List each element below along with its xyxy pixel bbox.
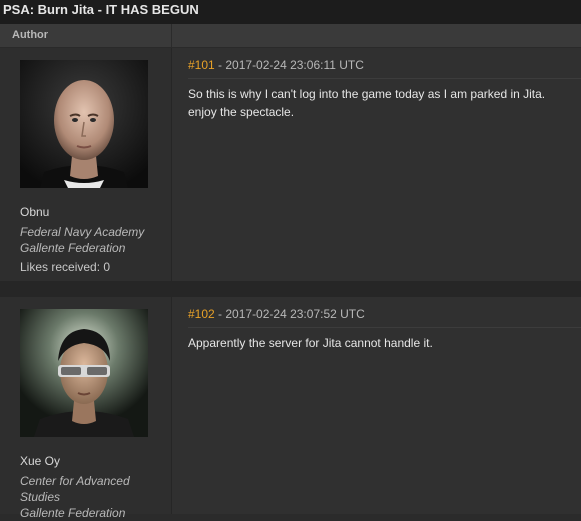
post-text: Apparently the server for Jita cannot ha… [188, 336, 433, 350]
avatar-obnu[interactable] [20, 60, 148, 188]
post-102: Xue Oy Center for Advanced Studies Galle… [0, 297, 581, 520]
author-corporation[interactable]: Center for Advanced Studies [20, 473, 160, 505]
column-header-row: Author [0, 24, 581, 48]
post-meta: #101 - 2017-02-24 23:06:11 UTC [188, 58, 581, 79]
avatar-xue-oy[interactable] [20, 309, 148, 437]
post-content: #102 - 2017-02-24 23:07:52 UTC Apparentl… [173, 297, 581, 514]
avatar-portrait-image [20, 60, 148, 188]
author-alliance[interactable]: Gallente Federation [20, 505, 160, 521]
post-meta: #102 - 2017-02-24 23:07:52 UTC [188, 307, 581, 328]
post-content: #101 - 2017-02-24 23:06:11 UTC So this i… [173, 48, 581, 281]
author-column-header: Author [0, 24, 172, 47]
avatar-portrait-image [20, 309, 148, 437]
thread-title: PSA: Burn Jita - IT HAS BEGUN [0, 0, 581, 24]
post-separator [0, 281, 581, 297]
post-timestamp: - 2017-02-24 23:07:52 UTC [214, 307, 365, 321]
post-text: So this is why I can't log into the game… [188, 87, 546, 119]
post-number-link[interactable]: #101 [188, 58, 215, 72]
post-101: Obnu Federal Navy Academy Gallente Feder… [0, 48, 581, 281]
author-name[interactable]: Xue Oy [20, 454, 60, 468]
post-timestamp: - 2017-02-24 23:06:11 UTC [214, 58, 364, 72]
post-author-panel: Obnu Federal Navy Academy Gallente Feder… [0, 48, 172, 281]
author-name[interactable]: Obnu [20, 205, 49, 219]
likes-received: Likes received: 0 [20, 260, 111, 274]
author-corporation[interactable]: Federal Navy Academy [20, 224, 160, 240]
post-number-link[interactable]: #102 [188, 307, 215, 321]
post-author-panel: Xue Oy Center for Advanced Studies Galle… [0, 297, 172, 520]
author-alliance[interactable]: Gallente Federation [20, 240, 160, 256]
